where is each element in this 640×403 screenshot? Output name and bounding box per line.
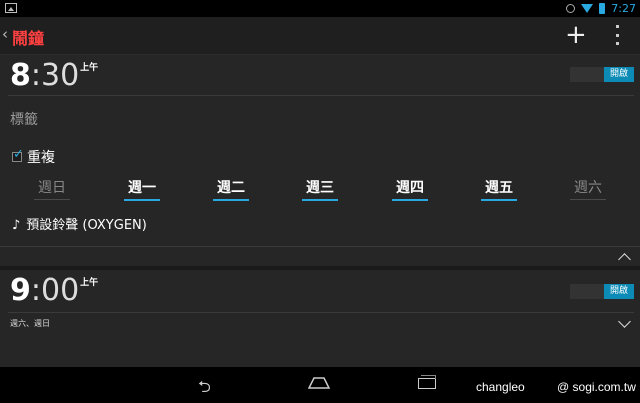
alarm1-repeat[interactable]: 重複 xyxy=(12,147,55,167)
status-icons: 7:27 xyxy=(566,0,636,17)
alarm2-hour: 9 xyxy=(10,273,31,308)
watermark-site: @ sogi.com.tw xyxy=(557,380,636,394)
alarm1-toggle[interactable]: 開啟 xyxy=(570,67,634,82)
alarm-icon xyxy=(566,4,576,13)
day-sun[interactable]: 週日 xyxy=(34,177,70,200)
nav-back-icon[interactable]: ⮌ xyxy=(198,376,211,403)
alarm2-toggle[interactable]: 開啟 xyxy=(570,284,634,299)
day-sat[interactable]: 週六 xyxy=(570,177,606,200)
watermark-author: changleo xyxy=(476,380,525,394)
alarm2-toggle-on: 開啟 xyxy=(604,284,634,299)
chevron-down-icon[interactable] xyxy=(618,315,631,328)
repeat-label: 重複 xyxy=(27,150,55,166)
alarm2-minutes: :00 xyxy=(30,273,80,308)
back-chevron-icon[interactable]: ‹ xyxy=(2,25,8,43)
day-tue[interactable]: 週二 xyxy=(213,177,249,201)
alarm1-hour: 8 xyxy=(10,58,31,93)
add-alarm-button[interactable]: + xyxy=(565,20,587,50)
alarm2-ampm: 上午 xyxy=(80,278,99,288)
alarm1-minutes: :30 xyxy=(30,58,80,93)
image-notification-icon xyxy=(5,3,17,13)
repeat-checkbox[interactable] xyxy=(12,147,24,162)
app-bar: ‹ 鬧鐘 + xyxy=(0,17,640,55)
ringtone-label: 預設鈴聲 (OXYGEN) xyxy=(26,218,147,233)
divider xyxy=(8,95,634,96)
alarm1-collapse-bar[interactable] xyxy=(0,246,640,267)
music-note-icon: ♪ xyxy=(12,218,21,233)
overflow-menu-icon[interactable] xyxy=(612,25,622,45)
alarm-list: 8 :30 上午 開啟 標籤 重複 週日 週一 週二 週三 週四 週五 週六 ♪… xyxy=(0,55,640,367)
day-wed[interactable]: 週三 xyxy=(302,177,338,201)
chevron-up-icon[interactable] xyxy=(618,253,631,266)
day-mon[interactable]: 週一 xyxy=(124,177,160,201)
battery-icon xyxy=(599,3,606,14)
day-thu[interactable]: 週四 xyxy=(392,177,428,201)
alarm2-days-summary: 週六、週日 xyxy=(10,319,50,328)
nav-home-icon[interactable] xyxy=(308,377,330,389)
alarm1-label-field[interactable]: 標籤 xyxy=(10,109,38,129)
divider xyxy=(8,312,634,313)
alarm1-days: 週日 週一 週二 週三 週四 週五 週六 xyxy=(0,177,640,201)
alarm2-card[interactable]: 9 :00 上午 開啟 週六、週日 xyxy=(0,266,640,332)
alarm1-time[interactable]: 8 :30 上午 xyxy=(10,59,98,93)
app-title[interactable]: 鬧鐘 xyxy=(12,25,44,49)
alarm1-toggle-on: 開啟 xyxy=(604,67,634,82)
day-fri[interactable]: 週五 xyxy=(481,177,517,201)
alarm1-ringtone[interactable]: ♪ 預設鈴聲 (OXYGEN) xyxy=(12,214,147,233)
alarm1-ampm: 上午 xyxy=(80,63,99,73)
status-clock: 7:27 xyxy=(611,2,636,15)
status-bar: 7:27 xyxy=(0,0,640,17)
nav-recent-apps-icon[interactable] xyxy=(418,375,436,389)
alarm2-time[interactable]: 9 :00 上午 xyxy=(10,274,98,308)
wifi-icon xyxy=(581,4,594,13)
navigation-bar: ⮌ changleo @ sogi.com.tw xyxy=(0,367,640,400)
